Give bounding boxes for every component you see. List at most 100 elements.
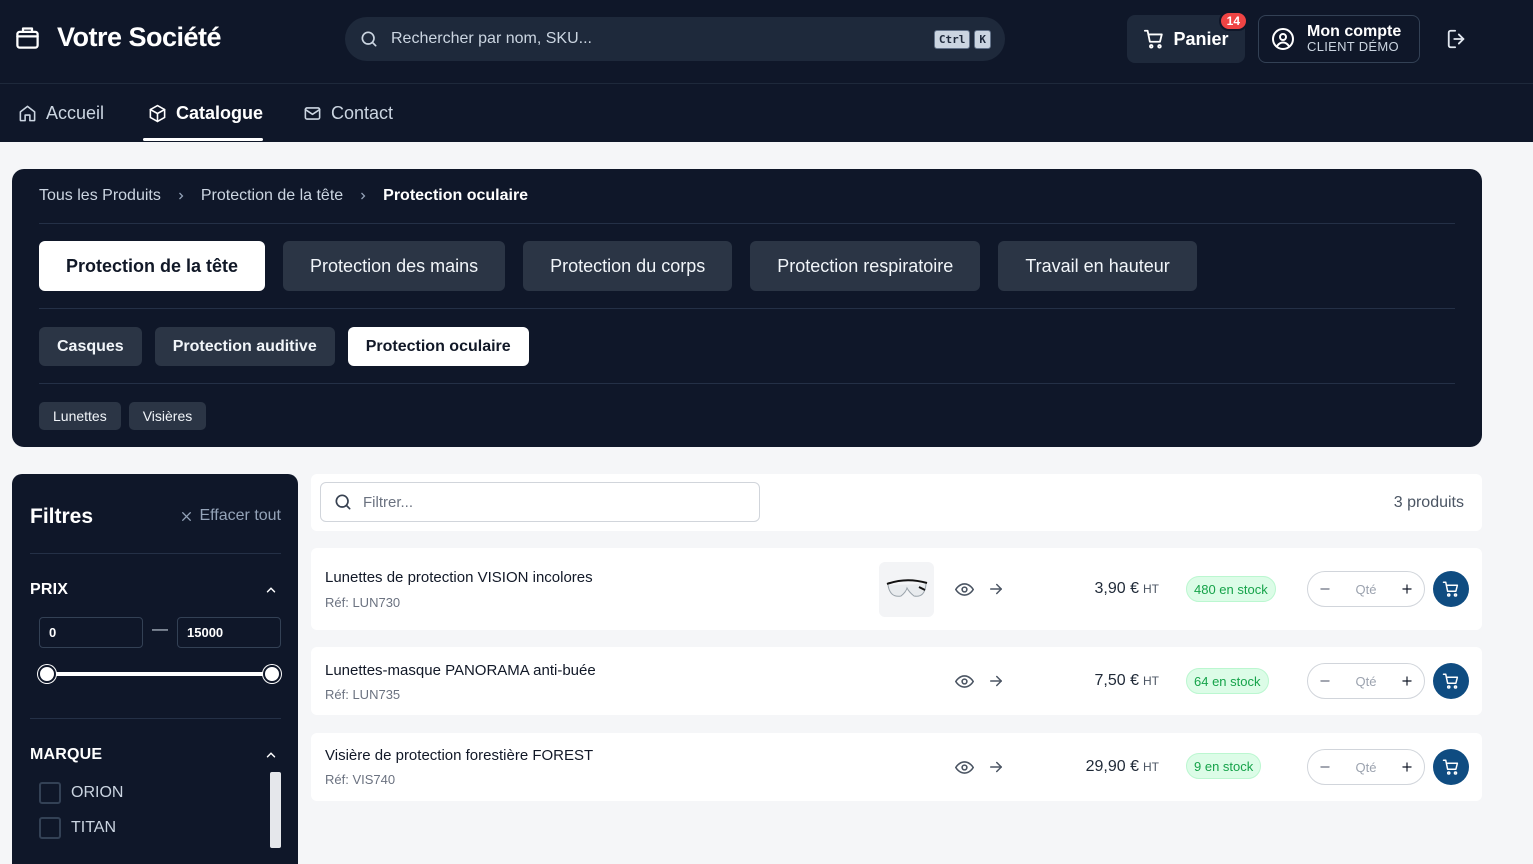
breadcrumb-item[interactable]: Tous les Produits (39, 187, 161, 205)
checkbox[interactable] (39, 817, 61, 839)
product-name[interactable]: Lunettes de protection VISION incolores (325, 569, 593, 586)
logout-icon (1447, 29, 1465, 49)
subcategory-tab[interactable]: Casques (39, 327, 142, 366)
box-icon (149, 104, 166, 122)
divider (39, 308, 1455, 309)
global-search-input[interactable] (391, 30, 934, 48)
arrow-right-icon[interactable] (987, 758, 1005, 776)
search-icon (335, 494, 351, 510)
price-slider-min-handle[interactable] (38, 665, 56, 683)
checkbox[interactable] (39, 782, 61, 804)
divider (30, 553, 281, 554)
price-min-input[interactable] (39, 617, 143, 648)
cart-button[interactable]: Panier 14 (1127, 11, 1248, 63)
price-section-title[interactable]: PRIX (30, 581, 68, 599)
cart-count-badge: 14 (1218, 11, 1248, 31)
product-filter-input[interactable] (363, 493, 747, 511)
subcategory-tab[interactable]: Protection auditive (154, 327, 335, 366)
minus-icon[interactable] (1318, 582, 1332, 596)
product-filter[interactable] (320, 482, 760, 522)
category-level2: Casques Protection auditive Protection o… (39, 327, 542, 366)
product-price-value: 29,90 € (1085, 758, 1139, 775)
plus-icon[interactable] (1400, 760, 1414, 774)
category-tab[interactable]: Protection respiratoire (750, 241, 981, 291)
subcategory-tab[interactable]: Protection oculaire (347, 327, 529, 366)
divider (39, 383, 1455, 384)
eye-icon[interactable] (955, 672, 974, 691)
quantity-input[interactable] (1346, 581, 1386, 597)
add-to-cart-button[interactable] (1433, 663, 1469, 699)
minus-icon[interactable] (1318, 760, 1332, 774)
add-to-cart-button[interactable] (1433, 571, 1469, 607)
brand-name: Votre Société (57, 22, 222, 52)
type-chip[interactable]: Lunettes (39, 402, 121, 430)
category-level3: Lunettes Visières (39, 402, 214, 430)
product-price: 29,90 € HT (1086, 758, 1159, 776)
minus-icon[interactable] (1318, 674, 1332, 688)
eye-icon[interactable] (955, 758, 974, 777)
price-slider-max-handle[interactable] (263, 665, 281, 683)
divider (30, 718, 281, 719)
user-circle-icon (1272, 28, 1294, 50)
breadcrumb-item[interactable]: Protection de la tête (201, 187, 343, 205)
brand-list-scrollbar[interactable] (270, 772, 281, 848)
plus-icon[interactable] (1400, 582, 1414, 596)
price-suffix: HT (1143, 582, 1159, 596)
search-shortcut: Ctrl K (933, 29, 991, 49)
global-search[interactable]: Ctrl K (345, 17, 1005, 61)
quantity-stepper[interactable] (1307, 749, 1425, 785)
product-row: Visière de protection forestière FOREST … (311, 733, 1482, 801)
product-thumbnail[interactable] (879, 562, 934, 617)
quantity-input[interactable] (1346, 759, 1386, 775)
quantity-stepper[interactable] (1307, 663, 1425, 699)
logout-button[interactable] (1446, 28, 1468, 55)
price-max-input[interactable] (177, 617, 281, 648)
filters-panel: Filtres Effacer tout PRIX — MARQUE ORION… (12, 474, 298, 864)
nav-item-catalogue[interactable]: Catalogue (143, 84, 263, 142)
product-ref: Réf: LUN735 (325, 687, 401, 702)
cart-icon (1442, 673, 1459, 689)
breadcrumb-current: Protection oculaire (383, 187, 529, 204)
category-tab[interactable]: Protection de la tête (39, 241, 266, 291)
divider (39, 223, 1455, 224)
quantity-input[interactable] (1346, 673, 1386, 689)
nav-item-accueil[interactable]: Accueil (18, 84, 104, 142)
brand[interactable]: Votre Société (14, 22, 222, 53)
brand-option-label: TITAN (71, 819, 117, 836)
add-to-cart-button[interactable] (1433, 749, 1469, 785)
arrow-right-icon[interactable] (987, 580, 1005, 598)
type-chip[interactable]: Visières (128, 402, 207, 430)
cart-icon (1442, 759, 1459, 775)
price-slider-track[interactable] (46, 672, 272, 676)
category-tab[interactable]: Travail en hauteur (998, 241, 1197, 291)
brand-option-orion[interactable]: ORION (39, 782, 123, 804)
chevron-up-icon[interactable] (264, 748, 278, 762)
product-price: 7,50 € HT (1095, 672, 1159, 690)
eye-icon[interactable] (955, 580, 974, 599)
category-level1: Protection de la tête Protection des mai… (39, 241, 1215, 291)
chevron-right-icon (178, 192, 184, 200)
plus-icon[interactable] (1400, 674, 1414, 688)
product-row: Lunettes-masque PANORAMA anti-buée Réf: … (311, 647, 1482, 715)
quantity-stepper[interactable] (1307, 571, 1425, 607)
product-name[interactable]: Visière de protection forestière FOREST (325, 747, 593, 764)
price-suffix: HT (1143, 760, 1159, 774)
account-button[interactable]: Mon compte CLIENT DÉMO (1258, 15, 1420, 63)
cart-icon (1442, 581, 1459, 597)
category-tab[interactable]: Protection du corps (523, 241, 733, 291)
nav-item-contact[interactable]: Contact (303, 84, 393, 142)
product-price: 3,90 € HT (1095, 580, 1159, 598)
price-range-dash: — (152, 621, 168, 638)
mail-icon (304, 106, 321, 120)
clear-all-label: Effacer tout (199, 507, 281, 524)
stock-badge: 480 en stock (1186, 576, 1276, 602)
brand-option-titan[interactable]: TITAN (39, 817, 116, 839)
store-icon (16, 27, 39, 49)
chevron-up-icon[interactable] (264, 583, 278, 597)
close-icon (182, 511, 192, 521)
clear-all-button[interactable]: Effacer tout (180, 507, 281, 525)
product-name[interactable]: Lunettes-masque PANORAMA anti-buée (325, 662, 596, 679)
category-tab[interactable]: Protection des mains (283, 241, 506, 291)
brand-section-title[interactable]: MARQUE (30, 746, 102, 764)
arrow-right-icon[interactable] (987, 672, 1005, 690)
